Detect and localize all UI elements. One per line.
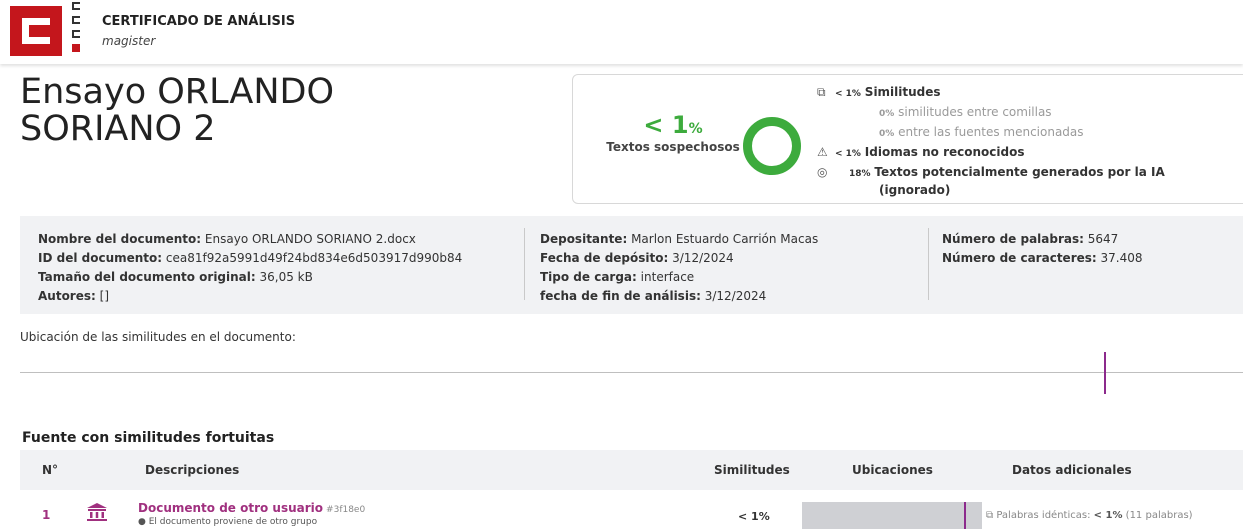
header-locations: Ubicaciones [852, 463, 933, 477]
summary-row-similitudes: ⧉ < 1% Similitudes [817, 85, 941, 99]
header-descriptions: Descripciones [145, 463, 240, 477]
tag-icon: ● [138, 517, 146, 527]
summary-row-ai-ignored: (ignorado) [879, 183, 951, 197]
ai-icon: ◎ [817, 165, 828, 179]
source-location-marker[interactable] [964, 502, 966, 529]
row-number: 1 [42, 508, 51, 522]
summary-row-languages: ⚠ < 1% Idiomas no reconocidos [817, 145, 1025, 159]
suspicious-percent-value: < 1 [643, 111, 689, 139]
document-title: Ensayo ORLANDO SORIANO 2 [20, 72, 335, 149]
summary-row-quotes: 0% similitudes entre comillas [879, 105, 1052, 119]
header-similarities: Similitudes [714, 463, 790, 477]
source-location-bar [802, 502, 982, 529]
source-subtitle: ● El documento proviene de otro grupo [138, 517, 318, 527]
brand-subtitle: magister [102, 34, 156, 48]
suspicious-label: Textos sospechosos [606, 140, 740, 154]
source-id: #3f18e0 [326, 505, 366, 515]
similarity-location-marker[interactable] [1104, 352, 1106, 394]
suspicious-percent: < 1% [633, 111, 713, 139]
similarity-donut-chart [743, 117, 801, 175]
sources-table-header: N° Descripciones Similitudes Ubicaciones… [20, 450, 1243, 490]
summary-row-mentioned-sources: 0% entre las fuentes mencionadas [879, 125, 1084, 139]
table-row[interactable]: 1 Documento de otro usuario #3f18e0 ● El … [20, 496, 1243, 529]
logo-c-mark [22, 18, 50, 44]
brand-logo [10, 6, 62, 56]
warning-language-icon: ⚠ [817, 145, 828, 159]
header-num: N° [42, 463, 59, 477]
summary-row-ai: ◎ 18% Textos potencialmente generados por… [817, 165, 1165, 179]
institution-icon [87, 503, 107, 521]
info-col-deposit: Depositante: Marlon Estuardo Carrión Mac… [540, 232, 819, 303]
header-additional-data: Datos adicionales [1012, 463, 1132, 477]
source-title-link[interactable]: Documento de otro usuario #3f18e0 [138, 501, 365, 515]
sources-section-title: Fuente con similitudes fortuitas [22, 430, 275, 446]
info-col-counts: Número de palabras: 5647 Número de carac… [942, 232, 1143, 265]
info-col-document: Nombre del documento: Ensayo ORLANDO SOR… [38, 232, 463, 303]
similarity-location-track [20, 372, 1243, 373]
info-divider [928, 228, 929, 300]
similarity-location-label: Ubicación de las similitudes en el docum… [20, 330, 296, 344]
header-bar: CERTIFICADO DE ANÁLISIS magister [0, 0, 1243, 64]
info-divider [524, 228, 525, 300]
source-additional-data: ⧉ Palabras idénticas: < 1% (11 palabras) [986, 510, 1193, 521]
suspicious-percent-unit: % [688, 121, 703, 137]
document-info-panel: Nombre del documento: Ensayo ORLANDO SOR… [20, 216, 1243, 314]
brand-title: CERTIFICADO DE ANÁLISIS [102, 14, 296, 29]
logo-side-glyphs [72, 2, 84, 58]
copy-icon: ⧉ [986, 510, 994, 521]
similarity-summary-card: < 1% Textos sospechosos ⧉ < 1% Similitude… [572, 74, 1243, 204]
source-similarity: < 1% [738, 510, 770, 523]
copy-icon: ⧉ [817, 85, 826, 99]
